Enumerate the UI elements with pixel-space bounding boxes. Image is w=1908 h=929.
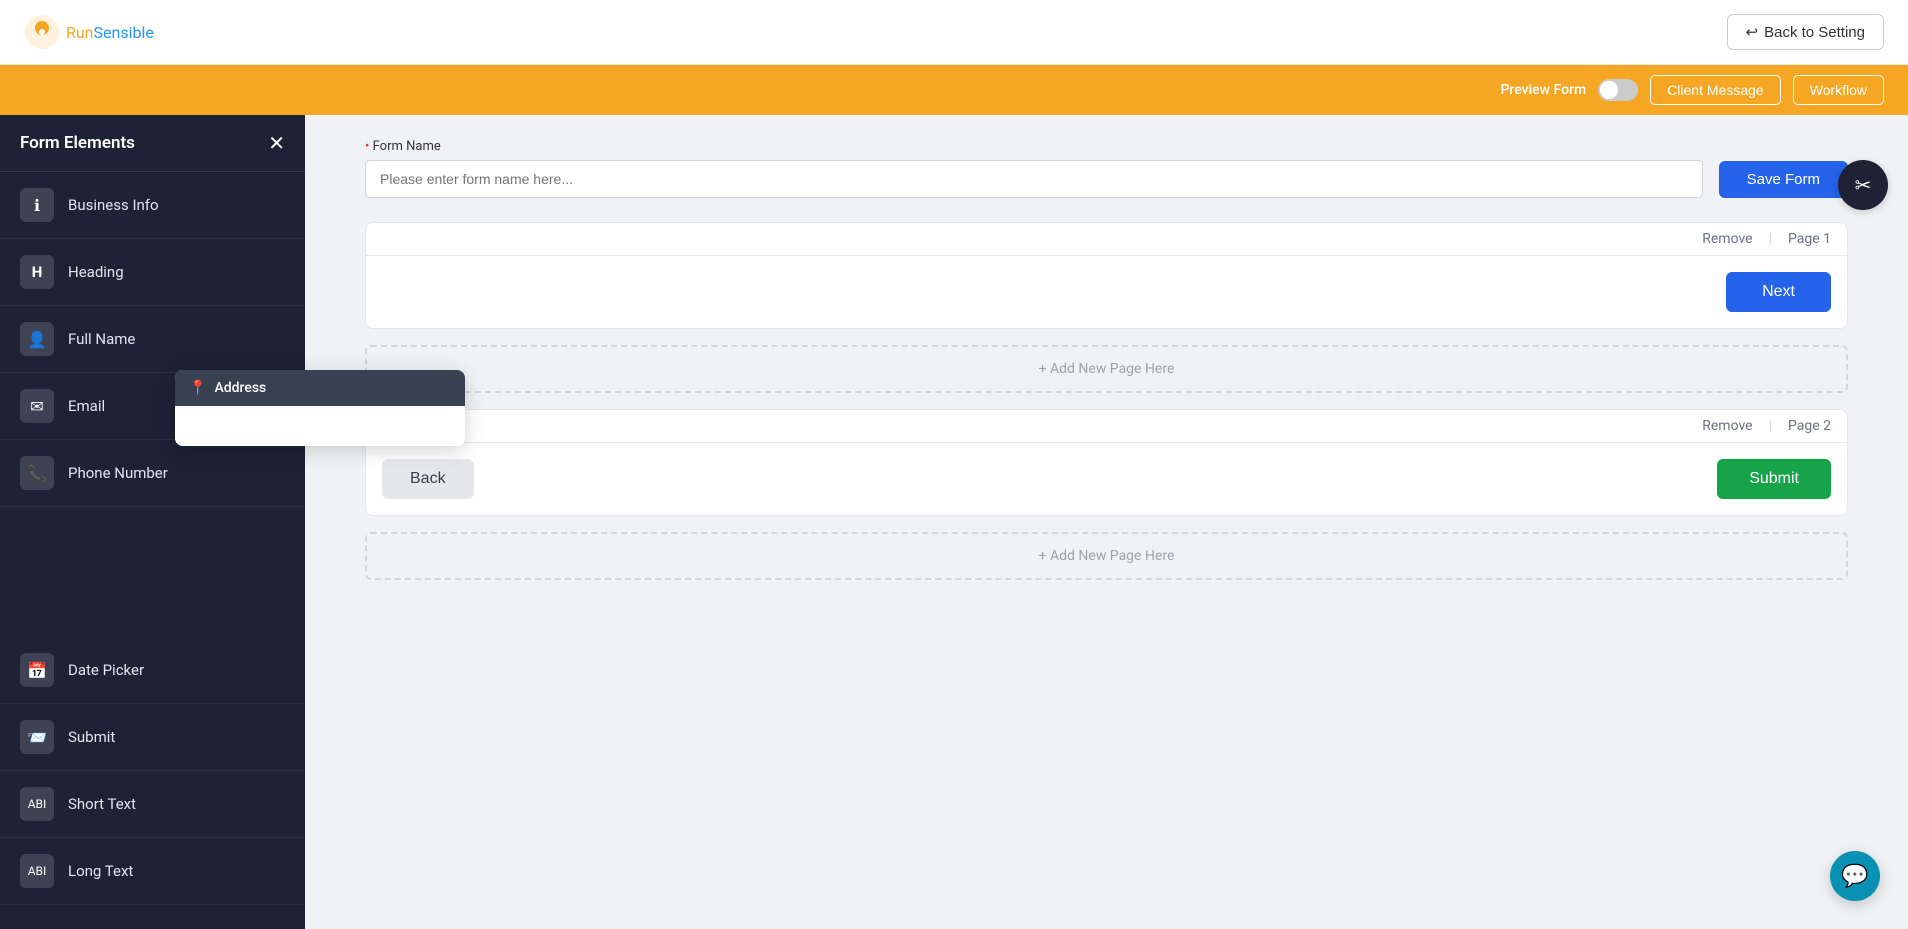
- back-arrow-icon: ↩: [1746, 23, 1759, 41]
- email-icon: ✉: [20, 389, 54, 423]
- page-2-remove-link[interactable]: Remove: [1702, 418, 1752, 434]
- next-button[interactable]: Next: [1726, 272, 1831, 312]
- sidebar-header: Form Elements ✕: [0, 115, 305, 172]
- sidebar-label-submit: Submit: [68, 728, 115, 746]
- save-form-button[interactable]: Save Form: [1719, 161, 1848, 198]
- sidebar-label-long-text: Long Text: [68, 862, 133, 880]
- client-message-button[interactable]: Client Message: [1650, 75, 1781, 105]
- scissors-icon: ✂: [1855, 173, 1872, 197]
- sidebar-label-full-name: Full Name: [68, 330, 135, 348]
- avatar-button[interactable]: ✂: [1838, 160, 1888, 210]
- person-icon: 👤: [20, 322, 54, 356]
- page-1-body: Next: [366, 256, 1847, 328]
- send-icon: 📨: [20, 720, 54, 754]
- page-1-header: Remove | Page 1: [366, 223, 1847, 256]
- content-area: • Form Name Save Form Remove | Page 1 Ne…: [305, 115, 1908, 929]
- sidebar: Form Elements ✕ ℹ Business Info H Headin…: [0, 115, 305, 929]
- sidebar-item-full-name[interactable]: 👤 Full Name: [0, 306, 305, 373]
- submit-button[interactable]: Submit: [1717, 459, 1831, 499]
- sidebar-item-date-picker[interactable]: 📅 Date Picker: [0, 637, 305, 704]
- address-tooltip-header: 📍 Address: [175, 370, 305, 406]
- logo: RunSensible: [24, 14, 154, 50]
- sidebar-item-phone-number[interactable]: 📞 Phone Number: [0, 440, 305, 507]
- sidebar-item-submit[interactable]: 📨 Submit: [0, 704, 305, 771]
- main-layout: Form Elements ✕ ℹ Business Info H Headin…: [0, 115, 1908, 929]
- logo-icon: [24, 14, 60, 50]
- back-to-setting-button[interactable]: ↩ Back to Setting: [1727, 14, 1884, 50]
- close-icon[interactable]: ✕: [268, 131, 285, 155]
- sidebar-label-business-info: Business Info: [68, 196, 159, 214]
- page-1-block: Remove | Page 1 Next: [365, 222, 1848, 329]
- address-tooltip-body: [175, 406, 305, 446]
- add-new-page-1[interactable]: + Add New Page Here: [365, 345, 1848, 393]
- phone-icon: 📞: [20, 456, 54, 490]
- sidebar-item-short-text[interactable]: ABI Short Text: [0, 771, 305, 838]
- calendar-icon: 📅: [20, 653, 54, 687]
- sidebar-label-email: Email: [68, 397, 105, 415]
- form-name-input[interactable]: [365, 160, 1703, 198]
- divider: |: [1769, 231, 1772, 247]
- sidebar-label-heading: Heading: [68, 263, 124, 281]
- page-2-label: Page 2: [1788, 418, 1831, 434]
- page-2-body: Back Submit: [366, 443, 1847, 515]
- short-text-icon: ABI: [20, 787, 54, 821]
- heading-icon: H: [20, 255, 54, 289]
- form-name-group: • Form Name: [365, 139, 1703, 198]
- form-name-label: • Form Name: [365, 139, 1703, 154]
- back-button[interactable]: Back: [382, 459, 474, 499]
- sidebar-label-date-picker: Date Picker: [68, 661, 144, 679]
- sidebar-item-heading[interactable]: H Heading: [0, 239, 305, 306]
- app-header: RunSensible ↩ Back to Setting: [0, 0, 1908, 65]
- sidebar-item-business-info[interactable]: ℹ Business Info: [0, 172, 305, 239]
- page-1-label: Page 1: [1788, 231, 1831, 247]
- sidebar-item-long-text[interactable]: ABI Long Text: [0, 838, 305, 905]
- page-2-header: Remove | Page 2: [366, 410, 1847, 443]
- sidebar-label-short-text: Short Text: [68, 795, 136, 813]
- divider-2: |: [1769, 418, 1772, 434]
- page-1-remove-link[interactable]: Remove: [1702, 231, 1752, 247]
- chat-float-button[interactable]: 💬: [1830, 851, 1880, 901]
- workflow-button[interactable]: Workflow: [1793, 75, 1884, 105]
- chat-icon: 💬: [1841, 864, 1868, 889]
- page-2-block: Remove | Page 2 Back Submit: [365, 409, 1848, 516]
- logo-text: RunSensible: [66, 23, 154, 42]
- long-text-icon: ABI: [20, 854, 54, 888]
- map-pin-icon: 📍: [189, 380, 206, 396]
- address-tooltip: 📍 Address: [175, 370, 305, 446]
- preview-form-toggle[interactable]: [1598, 79, 1638, 101]
- info-icon: ℹ: [20, 188, 54, 222]
- orange-toolbar: Preview Form Client Message Workflow: [0, 65, 1908, 115]
- sidebar-title: Form Elements: [20, 133, 135, 153]
- form-name-row: • Form Name Save Form: [365, 139, 1848, 198]
- preview-form-label: Preview Form: [1500, 82, 1586, 98]
- sidebar-label-phone-number: Phone Number: [68, 464, 168, 482]
- add-new-page-2[interactable]: + Add New Page Here: [365, 532, 1848, 580]
